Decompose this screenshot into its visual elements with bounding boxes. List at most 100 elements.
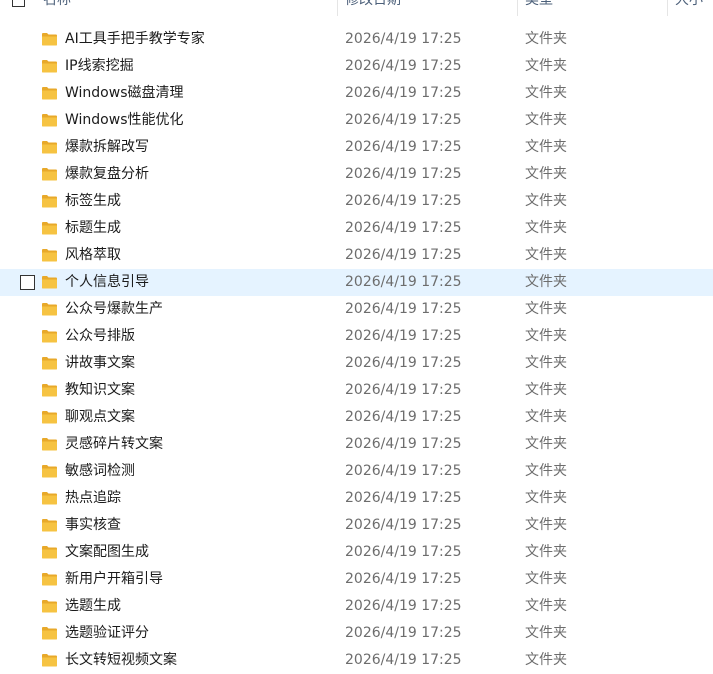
column-header-type[interactable]: 类型 bbox=[525, 0, 553, 16]
file-name[interactable]: 教知识文案 bbox=[65, 377, 135, 404]
file-modified-date: 2026/4/19 17:25 bbox=[345, 85, 462, 101]
file-modified-date: 2026/4/19 17:25 bbox=[345, 544, 462, 560]
file-type: 文件夹 bbox=[525, 220, 567, 236]
file-row[interactable]: 标签生成 2026/4/19 17:25 文件夹 bbox=[0, 188, 713, 215]
column-header-name[interactable]: 名称 bbox=[43, 0, 71, 16]
file-name[interactable]: 长文转短视频文案 bbox=[65, 647, 177, 674]
file-name[interactable]: AI工具手把手教学专家 bbox=[65, 26, 205, 53]
file-modified-date: 2026/4/19 17:25 bbox=[345, 463, 462, 479]
file-row[interactable]: 灵感碎片转文案 2026/4/19 17:25 文件夹 bbox=[0, 431, 713, 458]
file-name[interactable]: 讲故事文案 bbox=[65, 350, 135, 377]
folder-icon bbox=[42, 545, 57, 559]
file-row[interactable]: IP线索挖掘 2026/4/19 17:25 文件夹 bbox=[0, 53, 713, 80]
column-divider[interactable] bbox=[667, 0, 668, 16]
file-row[interactable]: 选题验证评分 2026/4/19 17:25 文件夹 bbox=[0, 620, 713, 647]
column-header-modified[interactable]: 修改日期 bbox=[345, 0, 401, 16]
file-row[interactable]: 事实核查 2026/4/19 17:25 文件夹 bbox=[0, 512, 713, 539]
folder-icon bbox=[42, 32, 57, 46]
file-type: 文件夹 bbox=[525, 544, 567, 560]
file-type: 文件夹 bbox=[525, 166, 567, 182]
folder-icon bbox=[42, 140, 57, 154]
file-row[interactable]: 公众号排版 2026/4/19 17:25 文件夹 bbox=[0, 323, 713, 350]
file-type: 文件夹 bbox=[525, 463, 567, 479]
file-modified-date: 2026/4/19 17:25 bbox=[345, 517, 462, 533]
file-row[interactable]: Windows磁盘清理 2026/4/19 17:25 文件夹 bbox=[0, 80, 713, 107]
file-name[interactable]: 个人信息引导 bbox=[65, 269, 149, 296]
file-name[interactable]: 灵感碎片转文案 bbox=[65, 431, 163, 458]
file-list: AI工具手把手教学专家 2026/4/19 17:25 文件夹 IP线索挖掘 2026/… bbox=[0, 26, 713, 674]
file-modified-date: 2026/4/19 17:25 bbox=[345, 274, 462, 290]
folder-icon bbox=[42, 59, 57, 73]
file-name[interactable]: 爆款复盘分析 bbox=[65, 161, 149, 188]
folder-icon bbox=[42, 464, 57, 478]
folder-icon bbox=[42, 86, 57, 100]
file-name[interactable]: IP线索挖掘 bbox=[65, 53, 134, 80]
file-row[interactable]: AI工具手把手教学专家 2026/4/19 17:25 文件夹 bbox=[0, 26, 713, 53]
file-name[interactable]: 标题生成 bbox=[65, 215, 121, 242]
file-type: 文件夹 bbox=[525, 112, 567, 128]
file-modified-date: 2026/4/19 17:25 bbox=[345, 193, 462, 209]
file-row[interactable]: 聊观点文案 2026/4/19 17:25 文件夹 bbox=[0, 404, 713, 431]
file-name[interactable]: 标签生成 bbox=[65, 188, 121, 215]
column-divider[interactable] bbox=[517, 0, 518, 16]
file-modified-date: 2026/4/19 17:25 bbox=[345, 247, 462, 263]
file-row[interactable]: 个人信息引导 2026/4/19 17:25 文件夹 bbox=[0, 269, 713, 296]
file-name[interactable]: Windows磁盘清理 bbox=[65, 80, 184, 107]
file-row[interactable]: 爆款拆解改写 2026/4/19 17:25 文件夹 bbox=[0, 134, 713, 161]
file-name[interactable]: Windows性能优化 bbox=[65, 107, 184, 134]
file-name[interactable]: 敏感词检测 bbox=[65, 458, 135, 485]
file-name[interactable]: 选题生成 bbox=[65, 593, 121, 620]
file-name[interactable]: 热点追踪 bbox=[65, 485, 121, 512]
file-modified-date: 2026/4/19 17:25 bbox=[345, 220, 462, 236]
folder-icon bbox=[42, 167, 57, 181]
file-row[interactable]: 公众号爆款生产 2026/4/19 17:25 文件夹 bbox=[0, 296, 713, 323]
file-row[interactable]: 风格萃取 2026/4/19 17:25 文件夹 bbox=[0, 242, 713, 269]
file-type: 文件夹 bbox=[525, 571, 567, 587]
file-modified-date: 2026/4/19 17:25 bbox=[345, 166, 462, 182]
file-row[interactable]: 热点追踪 2026/4/19 17:25 文件夹 bbox=[0, 485, 713, 512]
file-type: 文件夹 bbox=[525, 436, 567, 452]
file-type: 文件夹 bbox=[525, 328, 567, 344]
folder-icon bbox=[42, 302, 57, 316]
file-row[interactable]: 长文转短视频文案 2026/4/19 17:25 文件夹 bbox=[0, 647, 713, 674]
file-modified-date: 2026/4/19 17:25 bbox=[345, 301, 462, 317]
file-row[interactable]: 新用户开箱引导 2026/4/19 17:25 文件夹 bbox=[0, 566, 713, 593]
file-row[interactable]: 教知识文案 2026/4/19 17:25 文件夹 bbox=[0, 377, 713, 404]
folder-icon bbox=[42, 194, 57, 208]
file-row[interactable]: 选题生成 2026/4/19 17:25 文件夹 bbox=[0, 593, 713, 620]
folder-icon bbox=[42, 437, 57, 451]
file-name[interactable]: 风格萃取 bbox=[65, 242, 121, 269]
folder-icon bbox=[42, 518, 57, 532]
file-type: 文件夹 bbox=[525, 625, 567, 641]
column-header-size[interactable]: 大小 bbox=[675, 0, 703, 16]
file-name[interactable]: 文案配图生成 bbox=[65, 539, 149, 566]
file-row[interactable]: 爆款复盘分析 2026/4/19 17:25 文件夹 bbox=[0, 161, 713, 188]
file-name[interactable]: 聊观点文案 bbox=[65, 404, 135, 431]
file-type: 文件夹 bbox=[525, 139, 567, 155]
file-type: 文件夹 bbox=[525, 301, 567, 317]
file-name[interactable]: 选题验证评分 bbox=[65, 620, 149, 647]
file-name[interactable]: 新用户开箱引导 bbox=[65, 566, 163, 593]
file-name[interactable]: 公众号爆款生产 bbox=[65, 296, 163, 323]
file-modified-date: 2026/4/19 17:25 bbox=[345, 355, 462, 371]
file-type: 文件夹 bbox=[525, 274, 567, 290]
file-name[interactable]: 公众号排版 bbox=[65, 323, 135, 350]
row-checkbox[interactable] bbox=[20, 275, 35, 290]
folder-icon bbox=[42, 113, 57, 127]
file-row[interactable]: 文案配图生成 2026/4/19 17:25 文件夹 bbox=[0, 539, 713, 566]
file-type: 文件夹 bbox=[525, 31, 567, 47]
file-row[interactable]: Windows性能优化 2026/4/19 17:25 文件夹 bbox=[0, 107, 713, 134]
file-type: 文件夹 bbox=[525, 490, 567, 506]
folder-icon bbox=[42, 491, 57, 505]
file-row[interactable]: 标题生成 2026/4/19 17:25 文件夹 bbox=[0, 215, 713, 242]
file-name[interactable]: 事实核查 bbox=[65, 512, 121, 539]
file-type: 文件夹 bbox=[525, 382, 567, 398]
select-all-checkbox[interactable] bbox=[12, 0, 25, 7]
file-row[interactable]: 敏感词检测 2026/4/19 17:25 文件夹 bbox=[0, 458, 713, 485]
folder-icon bbox=[42, 356, 57, 370]
column-divider[interactable] bbox=[337, 0, 338, 16]
file-name[interactable]: 爆款拆解改写 bbox=[65, 134, 149, 161]
file-row[interactable]: 讲故事文案 2026/4/19 17:25 文件夹 bbox=[0, 350, 713, 377]
folder-icon bbox=[42, 599, 57, 613]
folder-icon bbox=[42, 383, 57, 397]
